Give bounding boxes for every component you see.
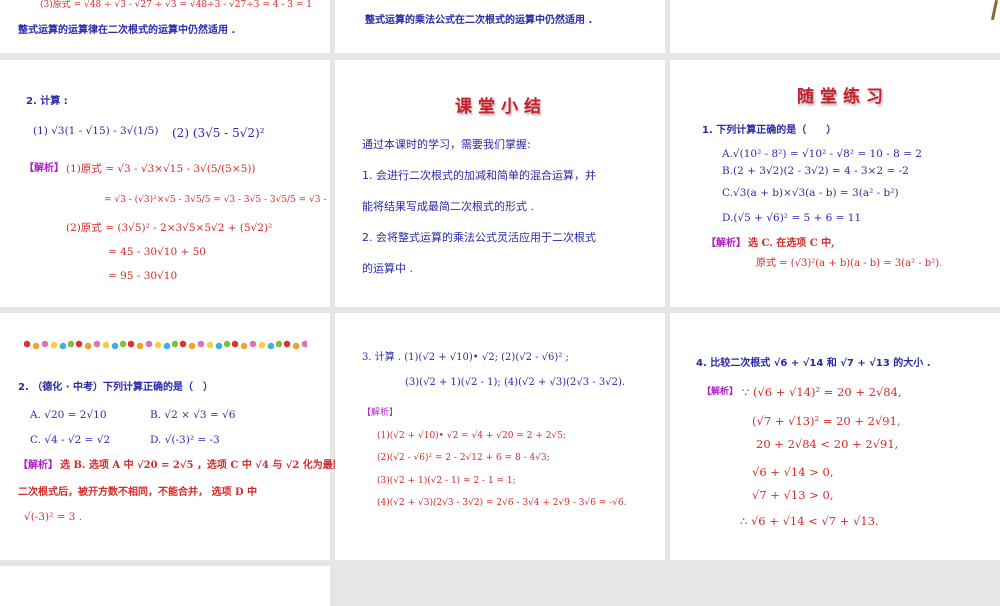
slide-thumbnail-2[interactable]: 整式运算的乘法公式在二次根式的运算中仍然适用 . [335, 0, 665, 53]
slide-thumbnail-10[interactable] [0, 566, 330, 606]
slide-thumbnail-6[interactable]: 随堂练习 1. 下列计算正确的是（ ） A.√(10² - 8²) = √10²… [670, 60, 1000, 307]
answer-formula: 原式 = (√3)²(a + b)(a - b) = 3(a² - b²). [756, 258, 943, 269]
slide-thumbnail-4[interactable]: 2. 计算 : (1) √3(1 - √15) - 3√(1/5) (2) (3… [0, 60, 330, 307]
slide-thumbnail-3[interactable] [670, 0, 1000, 53]
question-text: 2. （德化 · 中考）下列计算正确的是（ ） [18, 382, 213, 393]
slide-title: 随堂练习 [797, 87, 889, 107]
question-text: 4. 比较二次根式 √6 + √14 和 √7 + √13 的大小 . [696, 358, 931, 369]
answer-line: √(-3)² = 3 . [24, 511, 83, 523]
analysis-tag: 【解析】 [362, 408, 399, 418]
solution-line: (3)(√2 + 1)(√2 - 1) = 2 - 1 = 1; [377, 476, 516, 486]
summary-intro: 通过本课时的学习，需要我们掌握: [362, 138, 531, 151]
analysis-tag: 【解析】 [706, 238, 746, 249]
question-1: (1) √3(1 - √15) - 3√(1/5) [33, 125, 159, 137]
solution-line: ∵ (√6 + √14)² = 20 + 2√84, [742, 385, 902, 399]
solution-line: (1)原式 = √3 - √3×√15 - 3√(5/(5×5)) [66, 163, 256, 175]
flower-garland-decoration [22, 340, 307, 350]
solution-line: = 95 - 30√10 [108, 270, 178, 282]
answer-line: 二次根式后，被开方数不相同，不能合并， 选项 D 中 [18, 487, 258, 498]
option-b: B. √2 × √3 = √6 [150, 409, 236, 421]
solution-line: (4)(√2 + √3)(2√3 - 3√2) = 2√6 - 3√4 + 2√… [377, 498, 627, 508]
option-a: A.√(10² - 8²) = √10² - √8² = 10 - 8 = 2 [722, 148, 922, 160]
analysis-tag: 【解析】 [18, 460, 58, 471]
question-2: (2) (3√5 - 5√2)² [172, 126, 265, 140]
summary-point-1-cont: 能将结果写成最简二次根式的形式 . [362, 200, 534, 213]
solution-line: √7 + √13 > 0, [752, 488, 834, 502]
question-line: 3. 计算 . (1)(√2 + √10)• √2; (2)(√2 - √6)²… [362, 352, 569, 363]
solution-line: (√7 + √13)² = 20 + 2√91, [752, 414, 901, 428]
slide-thumbnail-5[interactable]: 课堂小结 通过本课时的学习，需要我们掌握: 1. 会进行二次根式的加减和简单的混… [335, 60, 665, 307]
slide-thumbnail-8[interactable]: 3. 计算 . (1)(√2 + √10)• √2; (2)(√2 - √6)²… [335, 313, 665, 560]
option-c: C.√3(a + b)×√3(a - b) = 3(a² - b²) [722, 187, 899, 199]
solution-line: (1)(√2 + √10)• √2 = √4 + √20 = 2 + 2√5; [377, 431, 566, 441]
slide-thumbnail-1[interactable]: (3)原式 = √48 ÷ √3 - √27 ÷ √3 = √48÷3 - √2… [0, 0, 330, 53]
option-b: B.(2 + 3√2)(2 - 3√2) = 4 - 3×2 = -2 [722, 165, 909, 177]
solution-line: (3)原式 = √48 ÷ √3 - √27 ÷ √3 = √48÷3 - √2… [40, 0, 312, 10]
summary-point-2-cont: 的运算中 . [362, 262, 413, 275]
solution-line: (2)(√2 - √6)² = 2 - 2√12 + 6 = 8 - 4√3; [377, 453, 550, 463]
solution-line: = 45 - 30√10 + 50 [108, 246, 206, 258]
option-d: D.(√5 + √6)² = 5 + 6 = 11 [722, 212, 862, 224]
slide-thumbnail-9[interactable]: 4. 比较二次根式 √6 + √14 和 √7 + √13 的大小 . 【解析】… [670, 313, 1000, 560]
option-c: C. √4 - √2 = √2 [30, 434, 111, 446]
option-a: A. √20 = 2√10 [30, 409, 107, 421]
note-text: 整式运算的运算律在二次根式的运算中仍然适用 . [18, 25, 236, 36]
slide-title: 课堂小结 [455, 97, 547, 117]
question-text: 1. 下列计算正确的是（ ） [702, 125, 837, 136]
question-heading: 2. 计算 : [26, 96, 68, 107]
solution-line: (2)原式 = (3√5)² - 2×3√5×5√2 + (5√2)² [66, 222, 273, 234]
question-line: (3)(√2 + 1)(√2 - 1); (4)(√2 + √3)(2√3 - … [405, 377, 626, 388]
decorative-ornament-icon [990, 0, 999, 21]
answer-line: 选 B. 选项 A 中 √20 = 2√5 ，选项 C 中 √4 与 √2 化为… [60, 460, 343, 471]
solution-line: √6 + √14 > 0, [752, 465, 834, 479]
answer-text: 选 C. 在选项 C 中, [748, 238, 835, 249]
solution-line: = √3 - (√3)²×√5 - 3√5/5 = √3 - 3√5 - 3√5… [104, 195, 330, 205]
solution-line: 20 + 2√84 < 20 + 2√91, [756, 437, 899, 451]
analysis-tag: 【解析】 [702, 387, 739, 397]
summary-point-1: 1. 会进行二次根式的加减和简单的混合运算，并 [362, 169, 596, 182]
analysis-tag: 【解析】 [24, 163, 64, 174]
solution-line: ∴ √6 + √14 < √7 + √13. [740, 514, 879, 528]
note-text: 整式运算的乘法公式在二次根式的运算中仍然适用 . [365, 15, 593, 26]
summary-point-2: 2. 会将整式运算的乘法公式灵活应用于二次根式 [362, 231, 596, 244]
option-d: D. √(-3)² = -3 [150, 434, 220, 446]
